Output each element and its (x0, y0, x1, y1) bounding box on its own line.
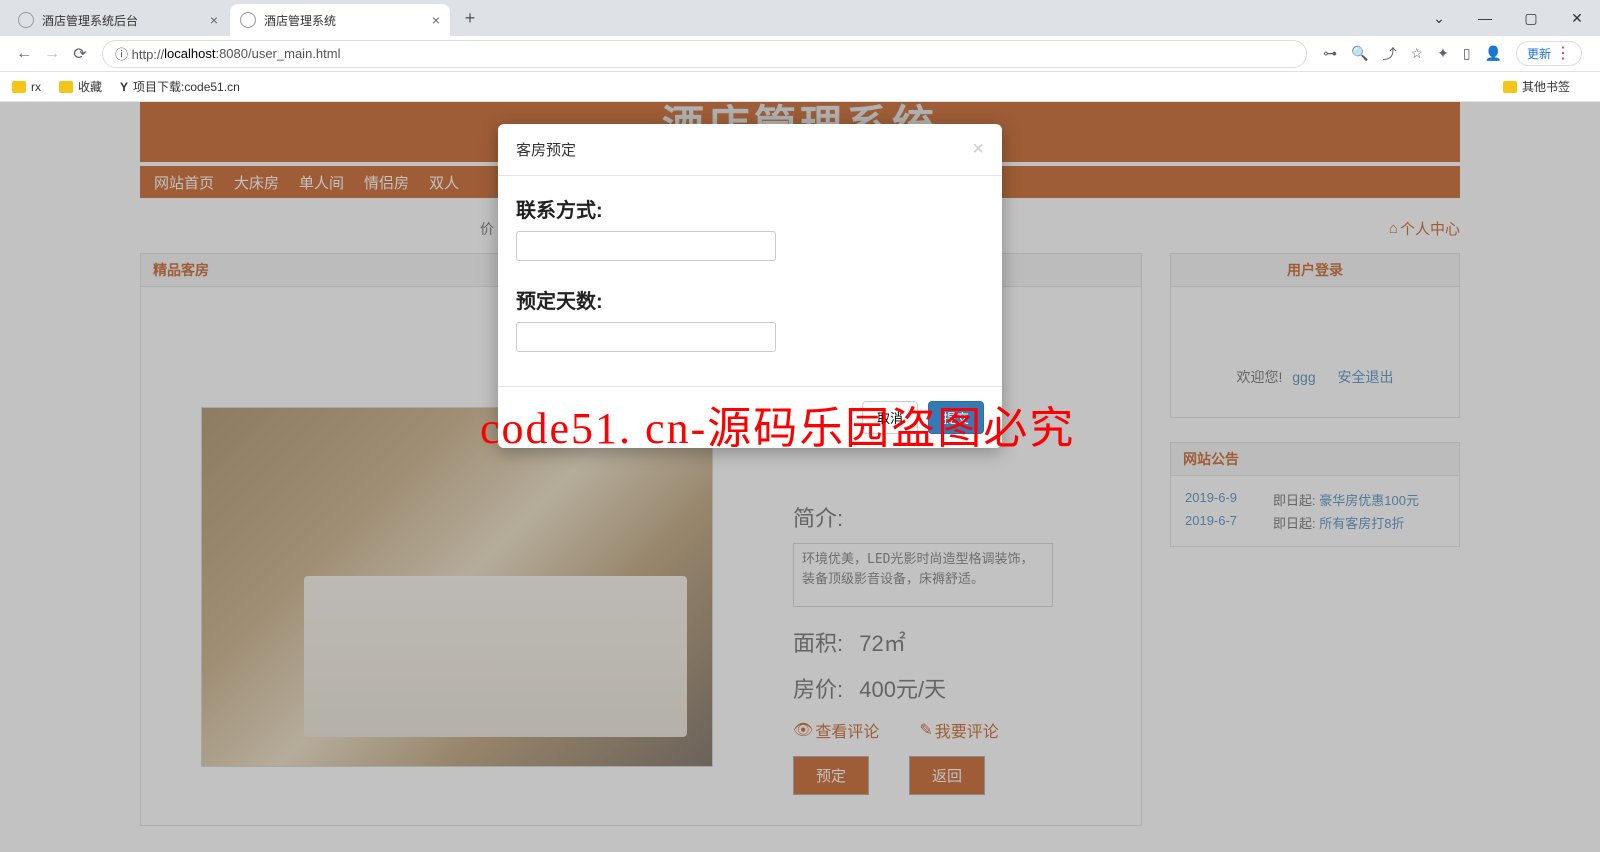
url-input[interactable]: ⓘ http:// localhost :8080/user_main.html (102, 40, 1307, 68)
share-icon[interactable]: ⤴ (1383, 44, 1397, 64)
new-tab-button[interactable]: + (456, 8, 484, 29)
forward-icon[interactable]: → (38, 45, 66, 63)
url-prefix: ⓘ http:// (115, 44, 164, 63)
folder-icon (12, 81, 26, 93)
url-host: localhost (164, 46, 215, 61)
globe-icon (18, 12, 34, 28)
update-label: 更新 (1527, 45, 1551, 62)
profile-icon[interactable]: 👤 (1485, 45, 1502, 62)
address-bar: ← → ⟳ ⓘ http:// localhost :8080/user_mai… (0, 36, 1600, 72)
modal-title: 客房预定 (516, 139, 576, 160)
minimize-icon[interactable]: — (1462, 0, 1508, 36)
menu-dots-icon: ⋮ (1555, 46, 1571, 62)
url-rest: :8080/user_main.html (215, 46, 340, 61)
bookmark-proj[interactable]: Y项目下载:code51.cn (120, 78, 240, 95)
modal-cancel-button[interactable]: 取消 (862, 401, 918, 434)
window-dropdown-icon[interactable]: ⌄ (1416, 0, 1462, 36)
maximize-icon[interactable]: ▢ (1508, 0, 1554, 36)
toolbar-icons: ⊶ 🔍 ⤴ ☆ ✦ ▯ 👤 更新 ⋮ (1315, 41, 1590, 66)
extensions-icon[interactable]: ✦ (1437, 45, 1449, 62)
reload-icon[interactable]: ⟳ (66, 44, 94, 64)
globe-icon (240, 12, 256, 28)
y-icon: Y (120, 80, 128, 94)
close-icon[interactable]: × (432, 12, 440, 28)
back-icon[interactable]: ← (10, 45, 38, 63)
close-icon[interactable]: × (972, 138, 984, 161)
key-icon[interactable]: ⊶ (1323, 45, 1337, 62)
tab-active[interactable]: 酒店管理系统 × (230, 4, 450, 36)
contact-input[interactable] (516, 231, 776, 261)
panel-icon[interactable]: ▯ (1463, 45, 1471, 62)
window-controls: ⌄ — ▢ ✕ (1416, 0, 1600, 36)
tab-title: 酒店管理系统后台 (42, 12, 138, 29)
days-label: 预定天数: (516, 285, 984, 314)
bookmark-rx[interactable]: rx (12, 80, 41, 94)
bookmark-other[interactable]: 其他书签 (1503, 78, 1570, 95)
contact-label: 联系方式: (516, 194, 984, 223)
tab-backend[interactable]: 酒店管理系统后台 × (8, 4, 228, 36)
close-icon[interactable]: × (210, 12, 218, 28)
browser-tab-strip: 酒店管理系统后台 × 酒店管理系统 × + ⌄ — ▢ ✕ (0, 0, 1600, 36)
update-button[interactable]: 更新 ⋮ (1516, 41, 1582, 66)
zoom-icon[interactable]: 🔍 (1351, 45, 1368, 62)
folder-icon (1503, 81, 1517, 93)
folder-icon (59, 81, 73, 93)
bookmark-fav[interactable]: 收藏 (59, 78, 102, 95)
window-close-icon[interactable]: ✕ (1554, 0, 1600, 36)
modal-submit-button[interactable]: 提交 (928, 401, 984, 434)
star-icon[interactable]: ☆ (1411, 45, 1424, 62)
tab-title: 酒店管理系统 (264, 12, 336, 29)
days-input[interactable] (516, 322, 776, 352)
booking-modal: 客房预定 × 联系方式: 预定天数: 取消 提交 (498, 124, 1002, 448)
